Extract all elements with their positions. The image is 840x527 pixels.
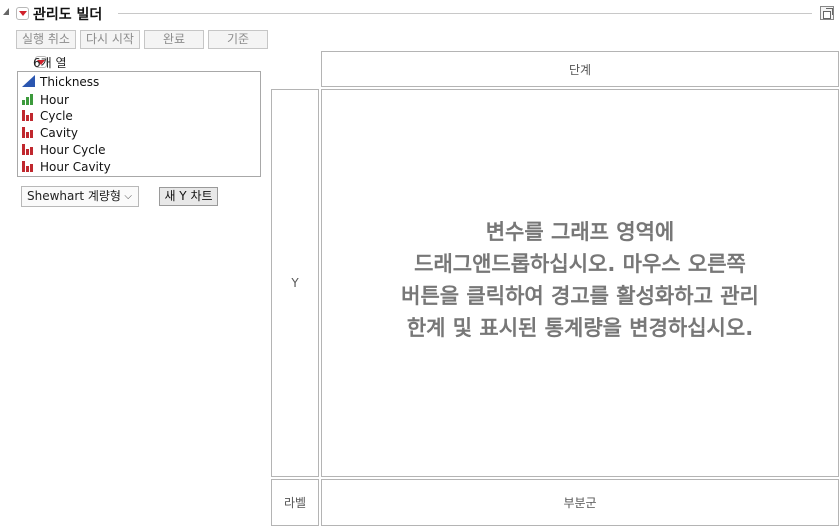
continuous-icon [22,75,35,87]
label-zone-label: 라벨 [283,496,307,510]
instruction-line: 버튼을 클릭하여 경고를 활성화하고 관리 [401,284,759,308]
graph-drop-zone[interactable]: 변수를 그래프 영역에 드래그앤드롭하십시오. 마우스 오른쪽 버튼을 클릭하여… [321,89,839,477]
restart-button[interactable]: 다시 시작 [80,30,140,49]
undo-button[interactable]: 실행 취소 [16,30,76,49]
chart-type-value: Shewhart 계량형 [27,189,121,203]
done-button[interactable]: 완료 [144,30,204,49]
instruction-line: 한계 및 표시된 통계량을 변경하십시오. [406,316,754,340]
subgroup-zone-label: 부분군 [563,496,597,510]
header-divider [118,13,812,14]
column-item-label: Cycle [40,109,73,123]
title-red-triangle-menu-icon[interactable] [16,7,29,20]
column-item-thickness[interactable]: Thickness [22,74,99,90]
nominal-icon [22,110,33,121]
nominal-icon [22,127,33,138]
criteria-button[interactable]: 기준 [208,30,268,49]
graph-instruction-text: 변수를 그래프 영역에 드래그앤드롭하십시오. 마우스 오른쪽 버튼을 클릭하여… [322,216,838,344]
instruction-line: 드래그앤드롭하십시오. 마우스 오른쪽 [414,252,746,276]
y-zone-label: Y [291,276,299,290]
column-item-cycle[interactable]: Cycle [22,108,73,124]
subgroup-drop-zone[interactable]: 부분군 [321,479,839,526]
column-item-hour-cycle[interactable]: Hour Cycle [22,142,106,158]
phase-drop-zone[interactable]: 단계 [321,51,839,87]
column-item-hour[interactable]: Hour [22,92,69,108]
restore-window-icon[interactable] [820,6,834,20]
instruction-line: 변수를 그래프 영역에 [485,220,675,244]
column-item-hour-cavity[interactable]: Hour Cavity [22,159,111,175]
y-drop-zone[interactable]: Y [271,89,319,477]
column-item-label: Hour [40,93,69,107]
column-item-label: Hour Cavity [40,160,111,174]
column-item-cavity[interactable]: Cavity [22,125,78,141]
new-y-chart-button[interactable]: 새 Y 차트 [159,187,218,206]
ordinal-icon [22,94,33,105]
collapse-disclosure-icon[interactable] [3,8,9,15]
phase-zone-label: 단계 [568,62,592,77]
column-item-label: Hour Cycle [40,143,106,157]
column-list[interactable]: Thickness Hour Cycle Cavity Hour Cycle H… [17,71,261,177]
nominal-icon [22,144,33,155]
label-drop-zone[interactable]: 라벨 [271,479,319,526]
nominal-icon [22,161,33,172]
report-title: 관리도 빌더 [33,7,103,23]
column-item-label: Cavity [40,126,78,140]
columns-count-label: 6개 열 [33,56,67,70]
column-item-label: Thickness [40,75,100,89]
chevron-down-icon: ⌵ [124,191,132,202]
chart-type-select[interactable]: Shewhart 계량형 ⌵ [21,186,139,207]
